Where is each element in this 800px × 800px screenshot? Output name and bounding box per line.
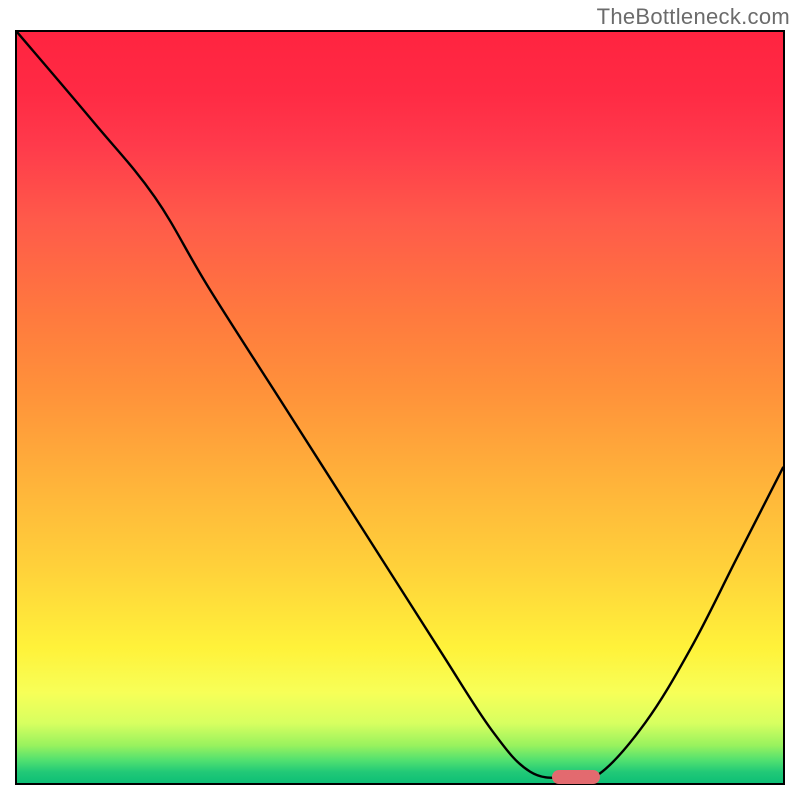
watermark-text: TheBottleneck.com: [597, 4, 790, 30]
curve-path: [17, 32, 783, 780]
plot-curve-svg: [17, 32, 783, 783]
chart-container: TheBottleneck.com: [0, 0, 800, 800]
optimal-marker-pill: [552, 770, 600, 784]
plot-frame: [15, 30, 785, 785]
